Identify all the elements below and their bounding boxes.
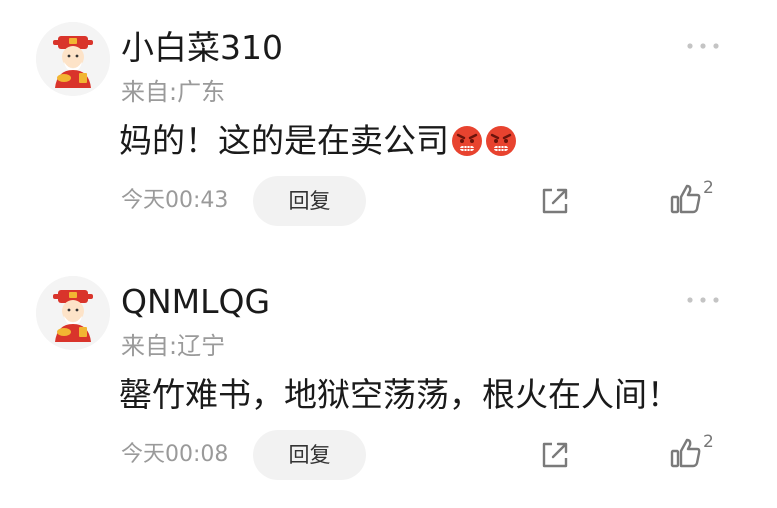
comment-text-body: 妈的！这的是在卖公司 bbox=[119, 121, 449, 160]
share-icon[interactable] bbox=[538, 438, 572, 472]
god-of-wealth-avatar-icon bbox=[36, 22, 110, 96]
angry-face-icon bbox=[451, 125, 483, 157]
comment-text: 妈的！这的是在卖公司 bbox=[119, 117, 517, 165]
location-label: 来自:广东 bbox=[121, 78, 226, 106]
more-options-icon[interactable] bbox=[686, 38, 720, 54]
comment-item: 小白菜310 来自:广东 妈的！这的是在卖公司 今天00:43 回复 2 bbox=[0, 0, 777, 254]
thumbs-up-icon[interactable] bbox=[669, 182, 703, 216]
reply-button[interactable]: 回复 bbox=[253, 176, 366, 226]
comment-item: QNMLQG 来自:辽宁 罄竹难书，地狱空荡荡，根火在人间！ 今天00:08 回… bbox=[0, 254, 777, 508]
username[interactable]: 小白菜310 bbox=[121, 26, 283, 70]
angry-face-icon bbox=[485, 125, 517, 157]
reply-button[interactable]: 回复 bbox=[253, 430, 366, 480]
username[interactable]: QNMLQG bbox=[121, 280, 270, 324]
like-count: 2 bbox=[703, 432, 714, 452]
comment-text: 罄竹难书，地狱空荡荡，根火在人间！ bbox=[119, 371, 680, 419]
thumbs-up-icon[interactable] bbox=[669, 436, 703, 470]
timestamp: 今天00:43 bbox=[121, 188, 229, 213]
share-icon[interactable] bbox=[538, 184, 572, 218]
avatar[interactable] bbox=[36, 22, 110, 96]
god-of-wealth-avatar-icon bbox=[36, 276, 110, 350]
more-options-icon[interactable] bbox=[686, 292, 720, 308]
like-count: 2 bbox=[703, 178, 714, 198]
location-label: 来自:辽宁 bbox=[121, 332, 226, 360]
avatar[interactable] bbox=[36, 276, 110, 350]
timestamp: 今天00:08 bbox=[121, 442, 229, 467]
comment-text-body: 罄竹难书，地狱空荡荡，根火在人间！ bbox=[119, 375, 680, 414]
